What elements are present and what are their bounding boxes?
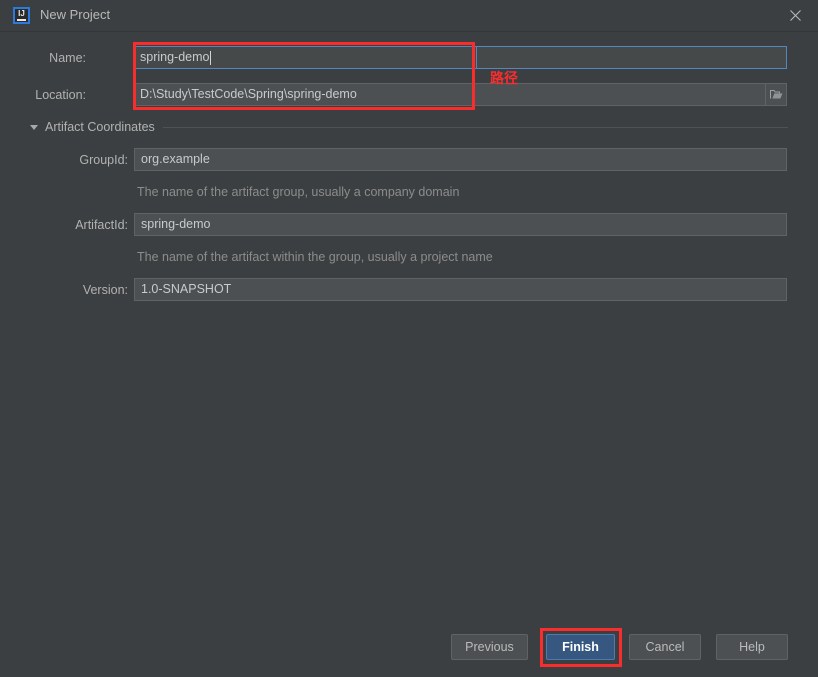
version-input-value: 1.0-SNAPSHOT — [141, 282, 232, 297]
artifact-coordinates-title: Artifact Coordinates — [45, 120, 155, 134]
annotation-label-path: 路径 — [490, 71, 518, 87]
name-label: Name: — [49, 51, 86, 65]
help-button[interactable]: Help — [716, 634, 788, 660]
intellij-idea-logo-icon: IJ — [13, 7, 30, 24]
titlebar: IJ New Project — [0, 0, 818, 32]
folder-open-icon[interactable] — [766, 83, 787, 106]
location-input[interactable]: D:\Study\TestCode\Spring\spring-demo — [133, 83, 766, 106]
groupid-input[interactable]: org.example — [134, 148, 787, 171]
window-title: New Project — [40, 7, 111, 22]
name-input-value: spring-demo — [140, 50, 210, 65]
previous-button[interactable]: Previous — [451, 634, 528, 660]
location-input-value: D:\Study\TestCode\Spring\spring-demo — [140, 87, 357, 102]
groupid-input-value: org.example — [141, 152, 210, 167]
cancel-button[interactable]: Cancel — [629, 634, 701, 660]
groupid-label: GroupId: — [79, 153, 128, 167]
section-divider — [162, 126, 788, 128]
artifact-coordinates-section-toggle[interactable]: Artifact Coordinates — [30, 118, 788, 136]
artifactid-label: ArtifactId: — [75, 218, 128, 232]
text-caret — [210, 50, 212, 65]
new-project-dialog: IJ New Project Name: spring-demo Locatio… — [0, 0, 818, 677]
version-input[interactable]: 1.0-SNAPSHOT — [134, 278, 787, 301]
name-input[interactable]: spring-demo — [133, 46, 477, 69]
location-label: Location: — [35, 88, 86, 102]
groupid-hint: The name of the artifact group, usually … — [137, 185, 460, 199]
artifactid-hint: The name of the artifact within the grou… — [137, 250, 493, 264]
close-icon[interactable] — [772, 0, 818, 31]
artifactid-input[interactable]: spring-demo — [134, 213, 787, 236]
name-input-right-segment[interactable] — [476, 46, 787, 69]
artifactid-input-value: spring-demo — [141, 217, 211, 232]
chevron-down-icon — [30, 124, 38, 130]
finish-button[interactable]: Finish — [546, 634, 615, 660]
version-label: Version: — [82, 283, 128, 297]
